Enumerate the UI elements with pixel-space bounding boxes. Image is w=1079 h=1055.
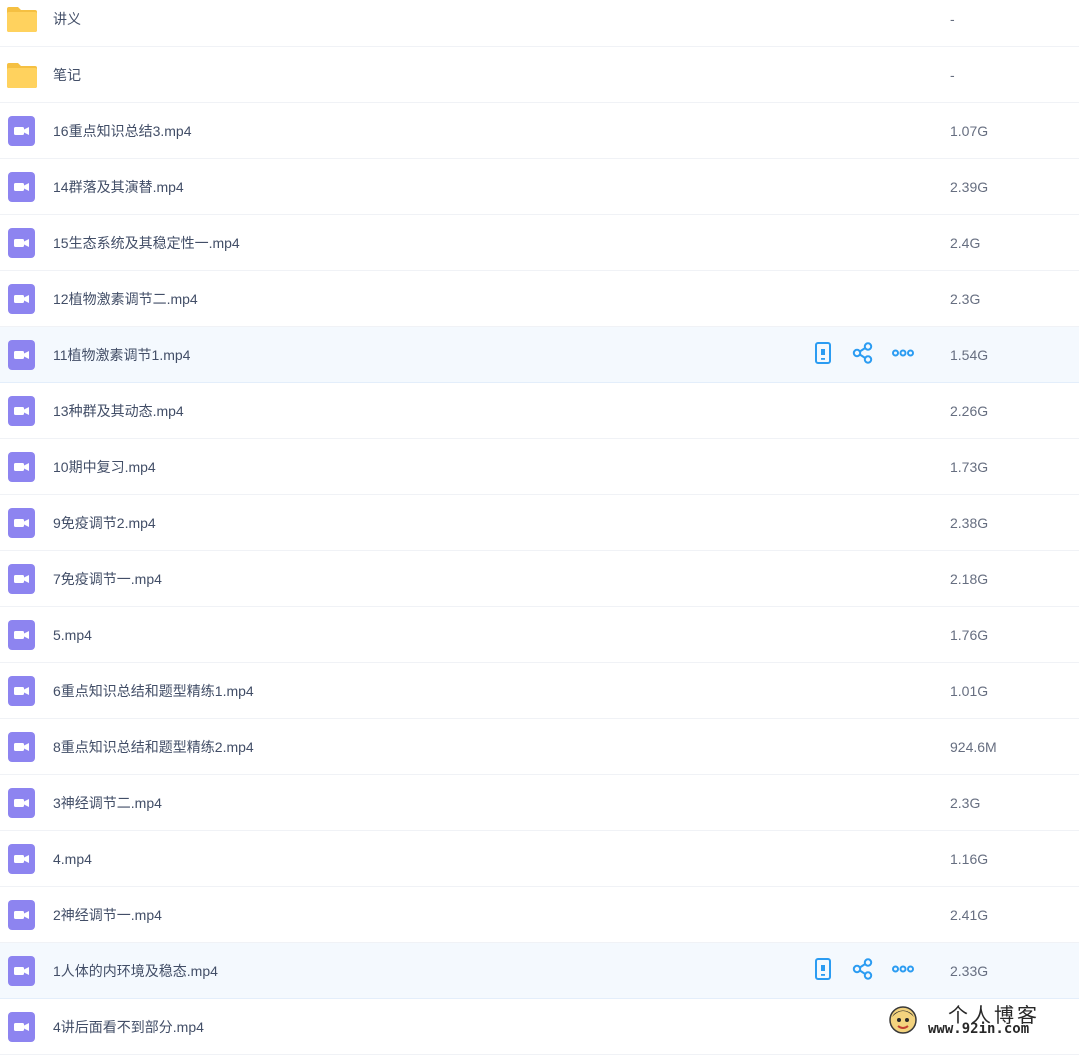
video-file-icon [6, 396, 38, 426]
file-size: 2.18G [950, 571, 989, 587]
file-name[interactable]: 14群落及其演替.mp4 [53, 159, 184, 215]
file-size: 1.73G [950, 459, 989, 475]
video-file-icon [6, 732, 38, 762]
file-size: 1.76G [950, 627, 989, 643]
file-size: 2.3G [950, 795, 981, 811]
share-button[interactable] [852, 957, 874, 986]
folder-row[interactable]: 讲义 - [0, 0, 1079, 47]
file-row[interactable]: 8重点知识总结和题型精练2.mp4 924.6M [0, 719, 1079, 775]
row-actions [812, 341, 914, 370]
file-size: 924.6M [950, 739, 997, 755]
file-name[interactable]: 9免疫调节2.mp4 [53, 495, 156, 551]
video-file-icon [6, 228, 38, 258]
more-button[interactable] [892, 343, 914, 367]
more-icon [892, 957, 914, 986]
file-row[interactable]: 2神经调节一.mp4 2.41G [0, 887, 1079, 943]
file-name[interactable]: 3神经调节二.mp4 [53, 775, 162, 831]
file-row[interactable]: 12植物激素调节二.mp4 2.3G [0, 271, 1079, 327]
file-name[interactable]: 4讲后面看不到部分.mp4 [53, 999, 204, 1055]
file-size: 1.54G [950, 347, 989, 363]
file-row[interactable]: 10期中复习.mp4 1.73G [0, 439, 1079, 495]
file-row[interactable]: 9免疫调节2.mp4 2.38G [0, 495, 1079, 551]
share-button[interactable] [852, 341, 874, 370]
video-file-icon [6, 340, 38, 370]
file-row[interactable]: 13种群及其动态.mp4 2.26G [0, 383, 1079, 439]
file-name[interactable]: 10期中复习.mp4 [53, 439, 156, 495]
more-icon [892, 341, 914, 370]
video-file-icon [6, 452, 38, 482]
file-size: 2.41G [950, 907, 989, 923]
phone-icon [812, 957, 834, 986]
file-row[interactable]: 11植物激素调节1.mp4 1.54G [0, 327, 1079, 383]
video-file-icon [6, 956, 38, 986]
file-row[interactable]: 16重点知识总结3.mp4 1.07G [0, 103, 1079, 159]
file-size: 2.26G [950, 403, 989, 419]
file-size: - [950, 67, 955, 83]
video-file-icon [6, 116, 38, 146]
watermark: 个人博客 www.92in.com [882, 1001, 1079, 1042]
file-row[interactable]: 6重点知识总结和题型精练1.mp4 1.01G [0, 663, 1079, 719]
file-name[interactable]: 11植物激素调节1.mp4 [53, 327, 190, 383]
file-size: 1.07G [950, 123, 989, 139]
file-name[interactable]: 5.mp4 [53, 607, 92, 663]
watermark-logo-icon [889, 1006, 917, 1034]
send-to-phone-button[interactable] [812, 341, 834, 370]
watermark-url: www.92in.com [928, 1021, 1030, 1037]
file-size: 2.4G [950, 235, 981, 251]
file-size: 2.3G [950, 291, 981, 307]
share-icon [852, 341, 874, 370]
file-size: 1.01G [950, 683, 989, 699]
file-row[interactable]: 5.mp4 1.76G [0, 607, 1079, 663]
share-icon [852, 957, 874, 986]
more-button[interactable] [892, 959, 914, 983]
file-row[interactable]: 14群落及其演替.mp4 2.39G [0, 159, 1079, 215]
video-file-icon [6, 844, 38, 874]
file-size: 2.33G [950, 963, 989, 979]
file-name[interactable]: 8重点知识总结和题型精练2.mp4 [53, 719, 254, 775]
file-row[interactable]: 15生态系统及其稳定性一.mp4 2.4G [0, 215, 1079, 271]
row-actions [812, 957, 914, 986]
file-row[interactable]: 4.mp4 1.16G [0, 831, 1079, 887]
phone-icon [812, 341, 834, 370]
file-name[interactable]: 2神经调节一.mp4 [53, 887, 162, 943]
file-size: - [950, 11, 955, 27]
file-size: 2.39G [950, 179, 989, 195]
file-name[interactable]: 讲义 [53, 0, 81, 47]
file-name[interactable]: 笔记 [53, 47, 81, 103]
file-name[interactable]: 12植物激素调节二.mp4 [53, 271, 198, 327]
video-file-icon [6, 1012, 38, 1042]
send-to-phone-button[interactable] [812, 957, 834, 986]
file-size: 1.16G [950, 851, 989, 867]
file-row[interactable]: 3神经调节二.mp4 2.3G [0, 775, 1079, 831]
video-file-icon [6, 284, 38, 314]
video-file-icon [6, 172, 38, 202]
file-list: 讲义 - 笔记 - 16重点知识总结3.mp4 1.07G 14群落及其演替.mp4 2… [0, 0, 1079, 1055]
file-row[interactable]: 7免疫调节一.mp4 2.18G [0, 551, 1079, 607]
video-file-icon [6, 620, 38, 650]
file-name[interactable]: 6重点知识总结和题型精练1.mp4 [53, 663, 254, 719]
file-name[interactable]: 4.mp4 [53, 831, 92, 887]
file-name[interactable]: 13种群及其动态.mp4 [53, 383, 184, 439]
video-file-icon [6, 508, 38, 538]
file-name[interactable]: 16重点知识总结3.mp4 [53, 103, 191, 159]
folder-icon [6, 4, 38, 34]
file-name[interactable]: 7免疫调节一.mp4 [53, 551, 162, 607]
video-file-icon [6, 564, 38, 594]
file-name[interactable]: 1人体的内环境及稳态.mp4 [53, 943, 218, 999]
video-file-icon [6, 900, 38, 930]
folder-icon [6, 60, 38, 90]
file-row[interactable]: 1人体的内环境及稳态.mp4 2.33G [0, 943, 1079, 999]
file-name[interactable]: 15生态系统及其稳定性一.mp4 [53, 215, 240, 271]
folder-row[interactable]: 笔记 - [0, 47, 1079, 103]
video-file-icon [6, 788, 38, 818]
file-size: 2.38G [950, 515, 989, 531]
video-file-icon [6, 676, 38, 706]
